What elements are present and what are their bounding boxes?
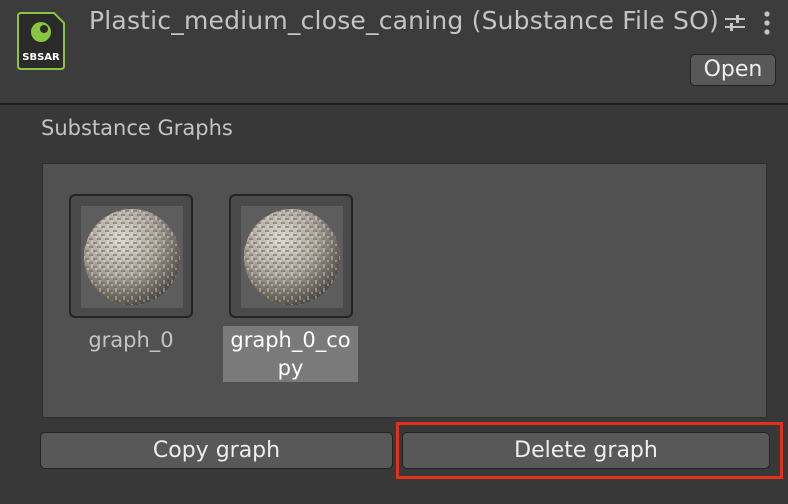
kebab-menu-icon[interactable]	[760, 10, 774, 36]
graph-thumbnail	[241, 206, 343, 308]
header-divider	[0, 103, 788, 105]
woven-sphere-thumbnail	[244, 209, 340, 305]
graph-label-line-2: py	[277, 356, 304, 380]
copy-graph-button[interactable]: Copy graph	[40, 432, 393, 469]
graph-item-graph-0-copy[interactable]: graph_0_co py	[223, 194, 365, 394]
graph-item-graph-0[interactable]: graph_0	[69, 194, 205, 394]
woven-sphere-thumbnail	[84, 209, 180, 305]
graph-label-line-1: graph_0_co	[230, 328, 351, 352]
graph-label-selected: graph_0_co py	[223, 326, 358, 382]
open-button[interactable]: Open	[690, 54, 776, 86]
sbsar-file-icon: SBSAR	[17, 12, 65, 70]
inspector-header: SBSAR Plastic_medium_close_caning (Subst…	[0, 0, 788, 104]
graphs-panel: graph_0 graph_0_co py	[42, 163, 767, 418]
graph-thumbnail-frame[interactable]	[69, 194, 193, 318]
graph-thumbnail-frame[interactable]	[229, 194, 353, 318]
section-title: Substance Graphs	[41, 116, 233, 140]
substance-file-inspector: SBSAR Plastic_medium_close_caning (Subst…	[0, 0, 788, 504]
file-icon-label: SBSAR	[22, 52, 60, 63]
page-title: Plastic_medium_close_caning (Substance F…	[89, 6, 719, 35]
graph-label: graph_0	[88, 328, 174, 352]
sliders-icon[interactable]	[724, 12, 746, 34]
delete-graph-button[interactable]: Delete graph	[402, 432, 770, 469]
graph-thumbnail	[81, 206, 183, 308]
